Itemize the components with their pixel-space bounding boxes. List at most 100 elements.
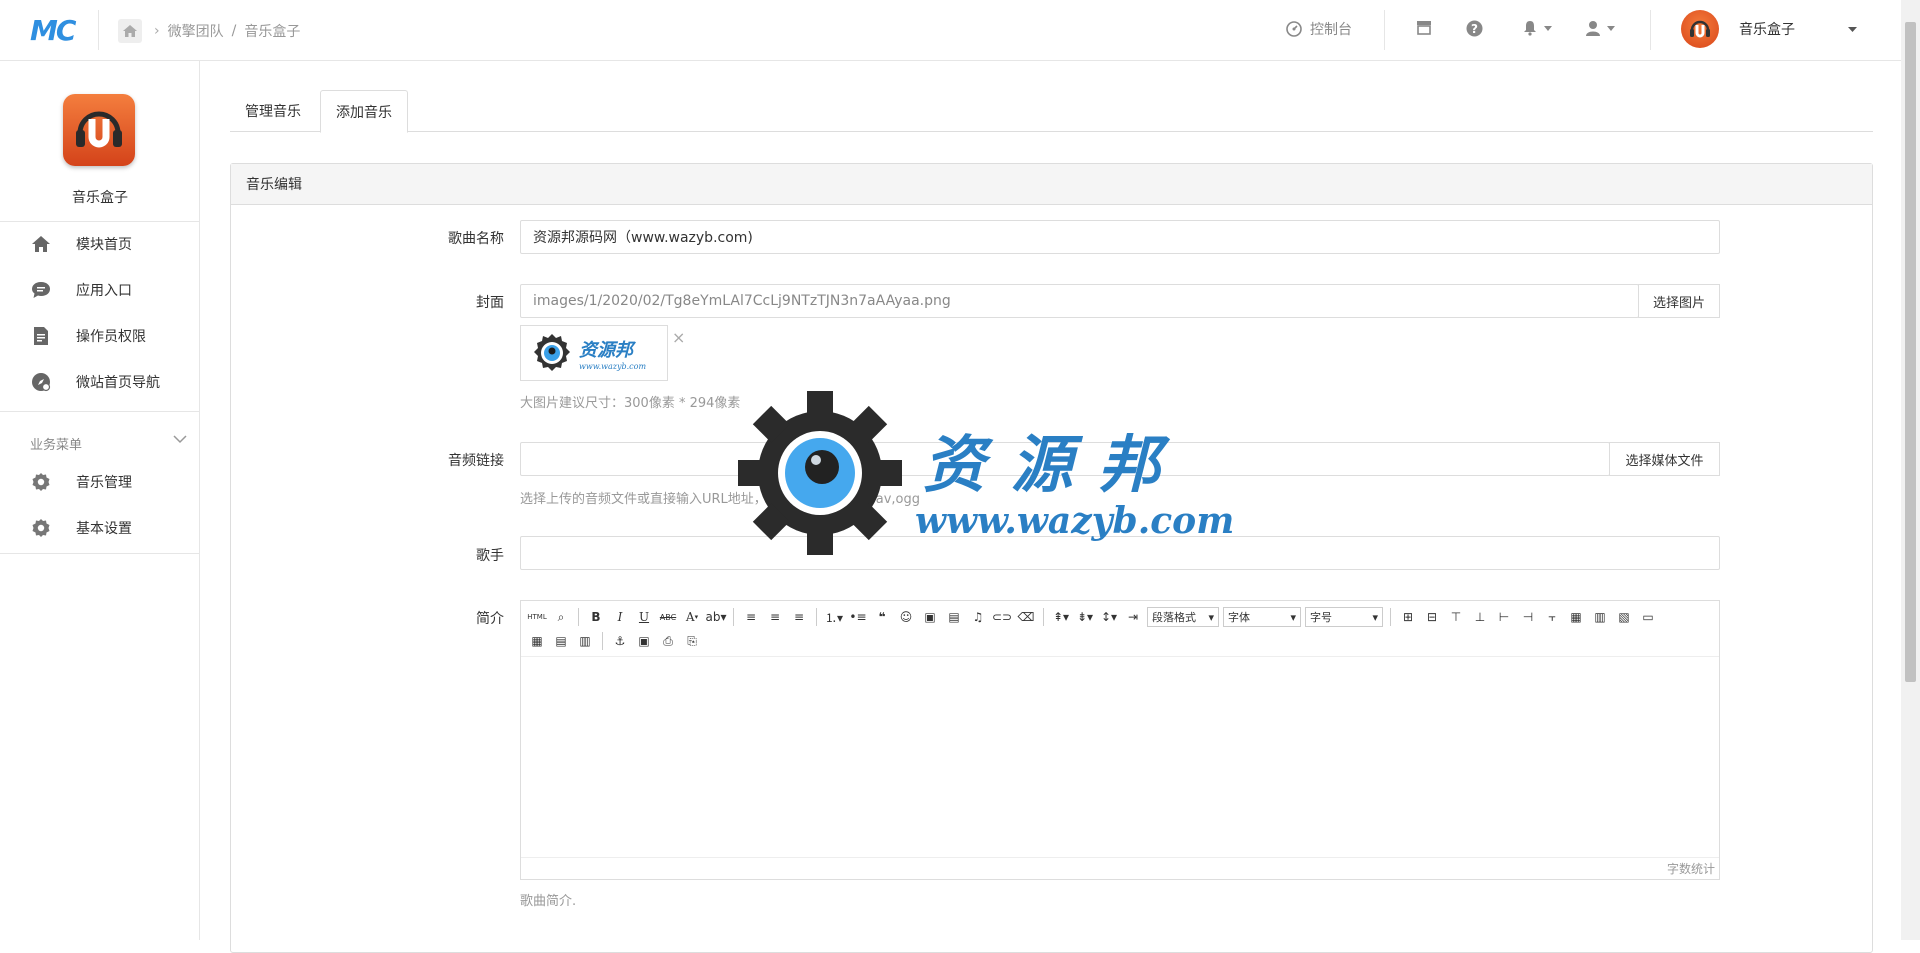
divider <box>816 608 817 626</box>
indent-icon[interactable]: ⇥ <box>1123 607 1143 627</box>
store-icon[interactable] <box>1416 20 1432 35</box>
delete-row-icon[interactable]: ⊣ <box>1518 607 1538 627</box>
sidebar-item-label: 操作员权限 <box>76 329 146 345</box>
preview-icon[interactable]: ⌕ <box>551 607 571 627</box>
underline-button[interactable]: U <box>634 607 654 627</box>
insert-row-icon[interactable]: ⊥ <box>1470 607 1490 627</box>
music-icon[interactable]: ♫ <box>968 607 988 627</box>
align-center-icon[interactable]: ≡ <box>765 607 785 627</box>
console-link[interactable]: 控制台 <box>1286 19 1352 39</box>
sidebar-item-operator-permissions[interactable]: 操作员权限 <box>0 313 199 359</box>
sidebar-item-module-home[interactable]: 模块首页 <box>0 221 199 267</box>
page-scrollbar[interactable] <box>1901 0 1920 940</box>
select-media-button[interactable]: 选择媒体文件 <box>1609 442 1720 476</box>
split-to-cols-icon[interactable]: ▥ <box>575 631 595 651</box>
insert-col-icon[interactable]: ⊢ <box>1494 607 1514 627</box>
split-rows-icon[interactable]: ▧ <box>1614 607 1634 627</box>
eraser-icon[interactable]: ⌫ <box>1016 607 1036 627</box>
sidebar-item-label: 微站首页导航 <box>76 375 160 391</box>
table-icon[interactable]: ⊞ <box>1398 607 1418 627</box>
cover-path-input[interactable] <box>520 284 1639 318</box>
image-icon[interactable]: ▣ <box>920 607 940 627</box>
divider <box>98 10 99 50</box>
audio-link-input[interactable] <box>520 442 1610 476</box>
html-source-button[interactable]: HTML <box>527 607 547 627</box>
merge-right-icon[interactable]: ▦ <box>527 631 547 651</box>
delete-col-icon[interactable]: ⫟ <box>1542 607 1562 627</box>
sidebar-group-label: 业务菜单 <box>30 437 83 453</box>
user-menu-icon[interactable] <box>1585 20 1615 36</box>
scrollbar-thumb[interactable] <box>1905 22 1916 682</box>
print-icon[interactable]: ⎙ <box>658 631 678 651</box>
gear-icon <box>30 517 52 539</box>
highlight-icon[interactable]: ab▾ <box>706 607 727 627</box>
divider <box>733 608 734 626</box>
user-name: 音乐盒子 <box>1739 22 1795 38</box>
font-color-button[interactable]: A ▾ <box>682 607 702 627</box>
sidebar-group-business[interactable]: 业务菜单 <box>0 423 199 463</box>
tab-bar: 管理音乐 添加音乐 <box>230 90 1873 133</box>
merge-down-icon[interactable]: ▤ <box>551 631 571 651</box>
caret-down-icon <box>1607 25 1615 31</box>
emoji-icon[interactable]: ☺ <box>896 607 916 627</box>
align-left-icon[interactable]: ≡ <box>741 607 761 627</box>
insert-caption-icon[interactable]: ⊤ <box>1446 607 1466 627</box>
console-label: 控制台 <box>1310 22 1352 38</box>
singer-input[interactable] <box>520 536 1720 570</box>
ordered-list-icon[interactable]: ⒈▾ <box>824 607 844 627</box>
paste-icon[interactable]: ⎘ <box>682 631 702 651</box>
audio-help-text: 选择上传的音频文件或直接输入URL地址，常用格式：mp3,wav,ogg <box>520 492 920 507</box>
logo[interactable]: MC <box>30 14 76 47</box>
editor-content-area[interactable] <box>521 657 1719 858</box>
divider <box>0 553 199 554</box>
row-spacing-top-icon[interactable]: ⇞▾ <box>1051 607 1071 627</box>
split-cells-icon[interactable]: ▥ <box>1590 607 1610 627</box>
divider <box>1650 10 1651 50</box>
breadcrumb-app[interactable]: 音乐盒子 <box>244 21 300 41</box>
home-icon[interactable] <box>118 19 142 43</box>
avatar <box>1681 10 1719 48</box>
fullscreen-icon[interactable]: ▭ <box>1638 607 1658 627</box>
sidebar-item-app-entry[interactable]: 应用入口 <box>0 267 199 313</box>
close-icon[interactable]: × <box>672 328 685 347</box>
sidebar-item-basic-settings[interactable]: 基本设置 <box>0 505 199 551</box>
video-icon[interactable]: ▤ <box>944 607 964 627</box>
line-height-icon[interactable]: ↕▾ <box>1099 607 1119 627</box>
anchor-icon[interactable]: ⚓ <box>610 631 630 651</box>
row-spacing-bottom-icon[interactable]: ⇟▾ <box>1075 607 1095 627</box>
font-family-select[interactable]: 字体 ▾ <box>1223 607 1301 627</box>
chevron-right-icon: › <box>154 23 160 39</box>
help-icon[interactable]: ? <box>1466 20 1483 37</box>
bell-icon[interactable] <box>1522 20 1552 36</box>
table-props-icon[interactable]: ⊟ <box>1422 607 1442 627</box>
template-icon[interactable]: ▣ <box>634 631 654 651</box>
sidebar-item-site-nav[interactable]: 微站首页导航 <box>0 359 199 405</box>
account-switcher[interactable]: 音乐盒子 <box>1681 10 1795 48</box>
singer-label: 歌手 <box>476 548 504 564</box>
link-icon[interactable]: ⊂⊃ <box>992 607 1012 627</box>
align-right-icon[interactable]: ≡ <box>789 607 809 627</box>
caret-down-icon[interactable] <box>1848 27 1857 32</box>
sidebar-item-music-manage[interactable]: 音乐管理 <box>0 459 199 505</box>
tab-manage-music[interactable]: 管理音乐 <box>230 90 316 132</box>
merge-cells-icon[interactable]: ▦ <box>1566 607 1586 627</box>
dashboard-icon <box>1286 21 1302 37</box>
strikethrough-button[interactable]: ABC <box>658 607 678 627</box>
tab-add-music[interactable]: 添加音乐 <box>320 90 408 133</box>
sidebar: 音乐盒子 模块首页 应用入口 操作员权限 微站首页导航 业务菜单 音乐管理 基本… <box>0 61 200 940</box>
thumb-url-text: www.wazyb.com <box>579 361 647 371</box>
unordered-list-icon[interactable]: •≡ <box>848 607 868 627</box>
font-size-select[interactable]: 字号 ▾ <box>1305 607 1383 627</box>
cover-thumbnail[interactable]: 资源邦 www.wazyb.com <box>520 325 668 381</box>
sidebar-item-label: 音乐管理 <box>76 475 132 491</box>
quote-icon[interactable]: ❝ <box>872 607 892 627</box>
select-image-button[interactable]: 选择图片 <box>1638 284 1720 318</box>
breadcrumb-team[interactable]: 微擎团队 <box>168 21 224 41</box>
italic-button[interactable]: I <box>610 607 630 627</box>
bold-button[interactable]: B <box>586 607 606 627</box>
paragraph-format-select[interactable]: 段落格式 ▾ <box>1147 607 1219 627</box>
song-name-label: 歌曲名称 <box>448 231 504 247</box>
compass-icon <box>30 371 52 393</box>
audio-link-label: 音频链接 <box>448 453 504 469</box>
song-name-input[interactable] <box>520 220 1720 254</box>
